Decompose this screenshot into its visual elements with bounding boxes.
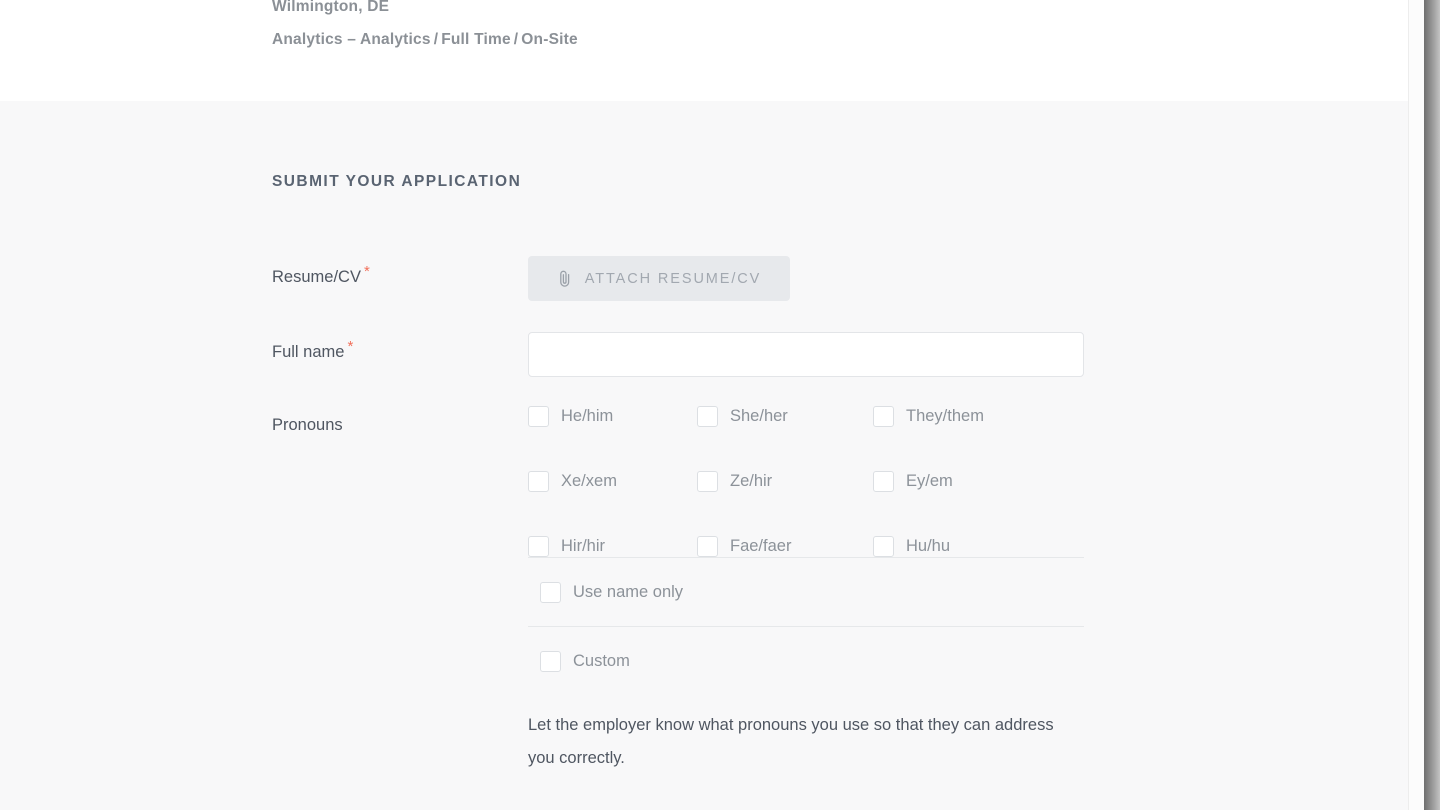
pronoun-option-label: They/them — [906, 408, 984, 425]
job-workplace: On-Site — [521, 31, 578, 48]
meta-separator-1: / — [431, 31, 442, 48]
pronouns-checkbox-grid: He/him She/her They/them Xe/xem — [528, 406, 1084, 557]
resume-required-asterisk: * — [361, 263, 370, 280]
page-edge-strip — [1424, 0, 1440, 810]
pronoun-option-hu-hu[interactable]: Hu/hu — [873, 536, 950, 557]
use-name-only-row: Use name only — [528, 558, 1084, 626]
pronoun-option-fae-faer[interactable]: Fae/faer — [697, 536, 791, 557]
checkbox-icon[interactable] — [697, 471, 718, 492]
checkbox-icon[interactable] — [873, 406, 894, 427]
custom-row: Custom — [528, 627, 1084, 695]
resume-label: Resume/CV* — [272, 268, 370, 287]
pronoun-option-label: Hir/hir — [561, 538, 605, 555]
resume-label-text: Resume/CV — [272, 268, 361, 286]
checkbox-icon[interactable] — [540, 582, 561, 603]
checkbox-icon[interactable] — [873, 471, 894, 492]
use-name-only-label: Use name only — [573, 584, 683, 601]
custom-label: Custom — [573, 653, 630, 670]
checkbox-icon[interactable] — [528, 406, 549, 427]
meta-separator-2: / — [511, 31, 522, 48]
checkbox-icon[interactable] — [697, 536, 718, 557]
pronoun-option-label: Ze/hir — [730, 473, 772, 490]
application-section: SUBMIT YOUR APPLICATION Resume/CV* ATTAC… — [0, 101, 1408, 810]
job-department: Analytics – Analytics — [272, 31, 431, 48]
full-name-required-asterisk: * — [344, 338, 353, 355]
pronoun-option-ze-hir[interactable]: Ze/hir — [697, 471, 772, 492]
vertical-scrollbar[interactable] — [1408, 0, 1424, 810]
full-name-label-text: Full name — [272, 343, 344, 361]
checkbox-icon[interactable] — [540, 651, 561, 672]
section-title: SUBMIT YOUR APPLICATION — [272, 173, 521, 191]
attach-resume-button[interactable]: ATTACH RESUME/CV — [528, 256, 790, 301]
pronoun-option-ey-em[interactable]: Ey/em — [873, 471, 953, 492]
pronoun-option-xe-xem[interactable]: Xe/xem — [528, 471, 617, 492]
pronoun-option-hir-hir[interactable]: Hir/hir — [528, 536, 605, 557]
checkbox-icon[interactable] — [528, 536, 549, 557]
pronoun-option-label: He/him — [561, 408, 613, 425]
paperclip-icon — [557, 269, 573, 289]
job-header: Wilmington, DE Analytics – Analytics/Ful… — [0, 0, 1408, 101]
pronoun-option-they-them[interactable]: They/them — [873, 406, 984, 427]
pronouns-helper-text: Let the employer know what pronouns you … — [528, 695, 1058, 775]
pronoun-option-custom[interactable]: Custom — [528, 651, 630, 672]
pronoun-option-label: Hu/hu — [906, 538, 950, 555]
full-name-label: Full name* — [272, 343, 353, 362]
pronouns-options-area: He/him She/her They/them Xe/xem — [528, 406, 1084, 775]
pronoun-option-label: Xe/xem — [561, 473, 617, 490]
pronouns-label-text: Pronouns — [272, 416, 343, 434]
checkbox-icon[interactable] — [697, 406, 718, 427]
attach-resume-label: ATTACH RESUME/CV — [585, 271, 761, 287]
job-location: Wilmington, DE — [272, 0, 389, 16]
pronoun-option-he-him[interactable]: He/him — [528, 406, 613, 427]
checkbox-icon[interactable] — [873, 536, 894, 557]
job-employment-type: Full Time — [441, 31, 511, 48]
job-meta-line: Analytics – Analytics/Full Time/On-Site — [272, 31, 578, 49]
full-name-input[interactable] — [528, 332, 1084, 377]
pronoun-option-she-her[interactable]: She/her — [697, 406, 788, 427]
pronouns-label: Pronouns — [272, 416, 343, 435]
page-viewport: Wilmington, DE Analytics – Analytics/Ful… — [0, 0, 1408, 810]
checkbox-icon[interactable] — [528, 471, 549, 492]
pronoun-option-label: Fae/faer — [730, 538, 791, 555]
pronoun-option-use-name-only[interactable]: Use name only — [528, 582, 683, 603]
pronoun-option-label: Ey/em — [906, 473, 953, 490]
pronoun-option-label: She/her — [730, 408, 788, 425]
